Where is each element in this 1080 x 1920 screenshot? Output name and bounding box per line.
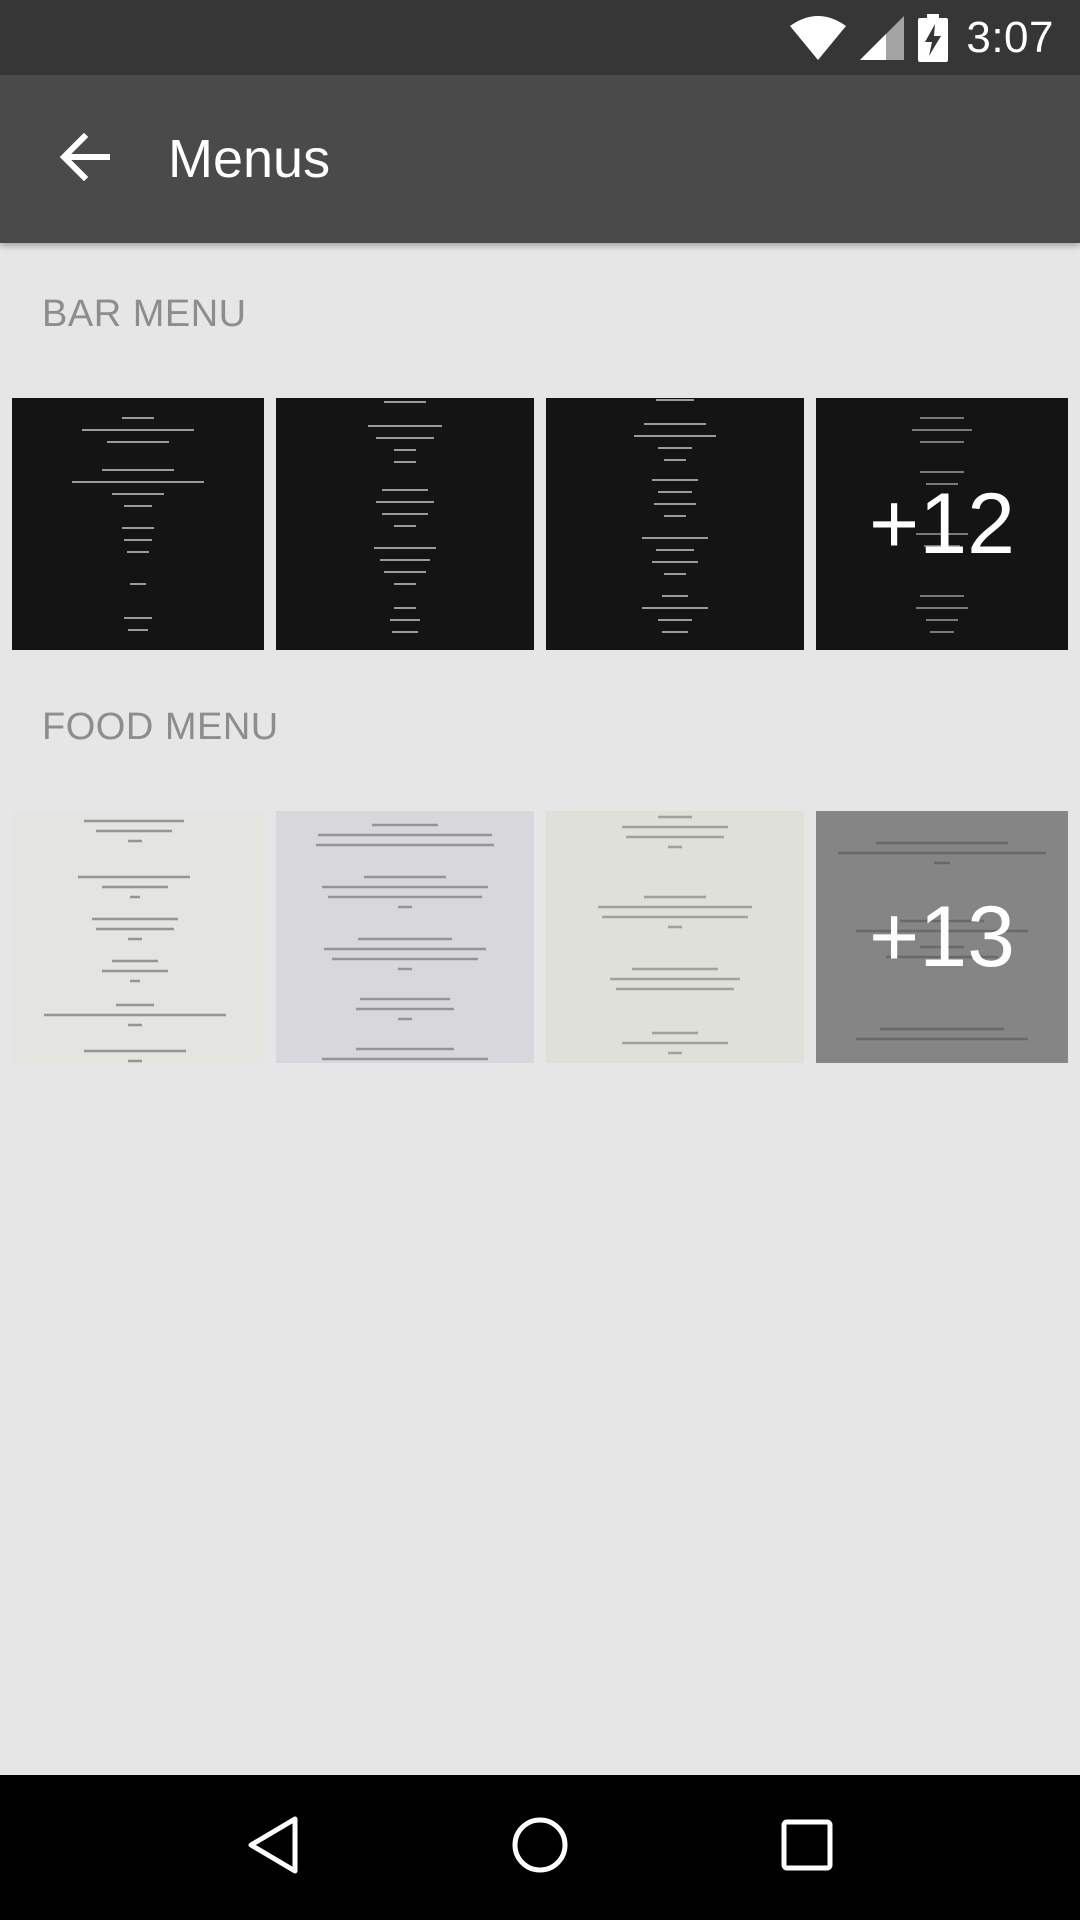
bar-menu-photo[interactable] [546, 398, 804, 650]
food-menu-photo[interactable] [276, 811, 534, 1063]
menu-photo-image [634, 399, 716, 633]
bar-menu-more-photos[interactable]: +12 [816, 398, 1068, 650]
app-bar: Menus [0, 75, 1080, 243]
menu-photo-image [44, 819, 226, 1063]
bar-menu-thumbnails: +12 [12, 398, 1068, 650]
arrow-back-icon [58, 132, 111, 186]
menus-content: BAR MENU +12 FOOD MENU +13 [0, 243, 1080, 1775]
nav-recents-button[interactable] [757, 1798, 857, 1898]
nav-recents-icon [780, 1818, 834, 1877]
status-bar: 3:07 [0, 0, 1080, 75]
more-photos-count: +13 [816, 811, 1068, 1063]
nav-home-button[interactable] [490, 1798, 590, 1898]
food-menu-thumbnails: +13 [12, 811, 1068, 1063]
nav-home-icon [510, 1815, 570, 1880]
battery-charging-icon [918, 13, 949, 62]
wifi-icon [790, 15, 847, 60]
system-nav-bar [0, 1775, 1080, 1920]
food-menu-photo[interactable] [12, 811, 264, 1063]
menu-photo-image [368, 401, 442, 633]
menu-photo-image [72, 417, 204, 631]
status-time: 3:07 [966, 12, 1054, 62]
page-title: Menus [168, 129, 331, 189]
cell-signal-icon [860, 15, 905, 60]
nav-back-icon [245, 1815, 301, 1880]
menu-photo-image [316, 823, 494, 1061]
food-menu-photo[interactable] [546, 811, 804, 1063]
nav-back-button[interactable] [223, 1798, 323, 1898]
food-menu-more-photos[interactable]: +13 [816, 811, 1068, 1063]
bar-menu-photo[interactable] [276, 398, 534, 650]
back-button[interactable] [44, 119, 124, 199]
bar-menu-photo[interactable] [12, 398, 264, 650]
section-title-bar-menu: BAR MENU [42, 293, 247, 335]
section-title-food-menu: FOOD MENU [42, 706, 279, 748]
menu-photo-image [598, 815, 752, 1055]
more-photos-count: +12 [869, 475, 1015, 572]
